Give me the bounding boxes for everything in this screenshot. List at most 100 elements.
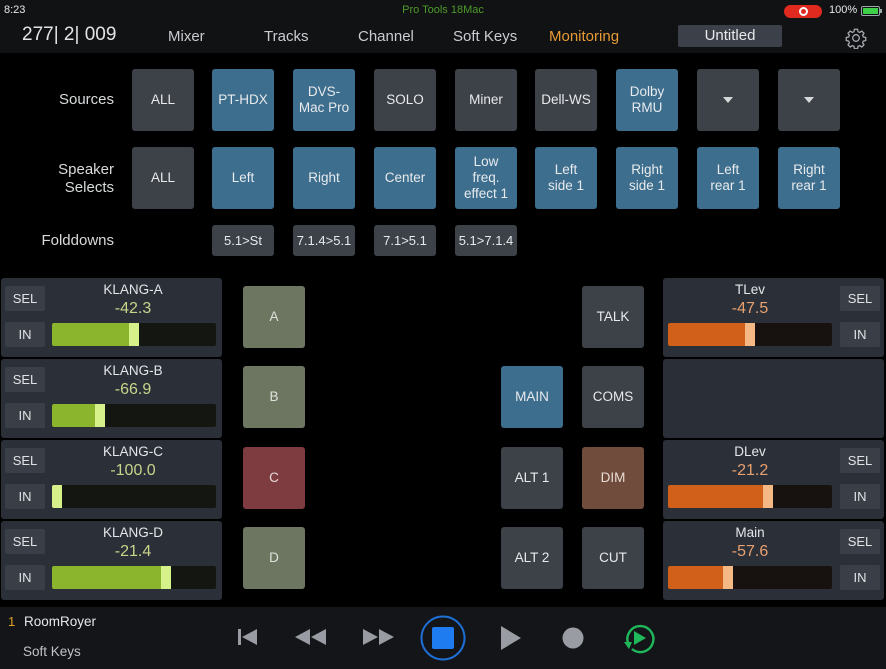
- meter-peak: [95, 404, 105, 427]
- input-button[interactable]: IN: [5, 565, 45, 590]
- channel-level-value: -57.6: [731, 543, 769, 560]
- button-label: Right: [308, 170, 340, 185]
- speaker-left-rear-button[interactable]: Left rear 1: [697, 147, 759, 209]
- cue-a-button[interactable]: A: [243, 286, 305, 348]
- input-button[interactable]: IN: [5, 322, 45, 347]
- input-button[interactable]: IN: [840, 484, 880, 509]
- folddown-7-1-4-5-1-button[interactable]: 7.1.4>5.1: [293, 225, 355, 256]
- loop-playback-icon[interactable]: [621, 621, 655, 655]
- source-dropdown-button-2[interactable]: [778, 69, 840, 131]
- folddown-7-1-5-1-button[interactable]: 7.1>5.1: [374, 225, 436, 256]
- source-dropdown-button-1[interactable]: [697, 69, 759, 131]
- button-label: TALK: [596, 309, 630, 324]
- stop-icon[interactable]: [419, 614, 467, 662]
- source-miner-button[interactable]: Miner: [455, 69, 517, 131]
- speaker-left-side-button[interactable]: Left side 1: [535, 147, 597, 209]
- button-label: 7.1.4>5.1: [296, 232, 352, 248]
- source-dvs-mac-pro-button[interactable]: DVS- Mac Pro: [293, 69, 355, 131]
- speaker-right-rear-button[interactable]: Right rear 1: [778, 147, 840, 209]
- alt1-button[interactable]: ALT 1: [501, 447, 563, 509]
- tab-channel[interactable]: Channel: [358, 28, 414, 45]
- status-app-name: Pro Tools 18Mac: [402, 4, 484, 16]
- button-label: D: [269, 550, 279, 565]
- button-label: Dolby RMU: [629, 84, 665, 115]
- source-dell-ws-button[interactable]: Dell-WS: [535, 69, 597, 131]
- source-solo-button[interactable]: SOLO: [374, 69, 436, 131]
- talk-button[interactable]: TALK: [582, 286, 644, 348]
- cue-b-button[interactable]: B: [243, 366, 305, 428]
- meter-peak: [161, 566, 171, 589]
- speaker-center-button[interactable]: Center: [374, 147, 436, 209]
- level-meter[interactable]: [668, 566, 832, 589]
- input-button[interactable]: IN: [5, 484, 45, 509]
- input-channel-strip: SEL IN KLANG-D -21.4: [1, 521, 222, 600]
- tab-mixer[interactable]: Mixer: [168, 28, 205, 45]
- speaker-right-side-button[interactable]: Right side 1: [616, 147, 678, 209]
- timecode-counter[interactable]: 277| 2| 009: [22, 24, 116, 46]
- meter-fill: [668, 323, 745, 346]
- channel-level-value: -100.0: [110, 462, 156, 479]
- sel-button[interactable]: SEL: [5, 286, 45, 311]
- play-icon[interactable]: [499, 625, 523, 651]
- cue-c-button[interactable]: C: [243, 447, 305, 509]
- layout-name[interactable]: RoomRoyer: [24, 614, 96, 629]
- meter-peak: [52, 485, 62, 508]
- sel-button[interactable]: SEL: [5, 529, 45, 554]
- button-label: ALT 2: [514, 550, 550, 565]
- gear-icon[interactable]: [845, 27, 867, 49]
- dim-button[interactable]: DIM: [582, 447, 644, 509]
- folddown-5-1-st-button[interactable]: 5.1>St: [212, 225, 274, 256]
- input-button[interactable]: IN: [840, 565, 880, 590]
- folddown-5-1-7-1-4-button[interactable]: 5.1>7.1.4: [455, 225, 517, 256]
- level-meter[interactable]: [52, 323, 216, 346]
- level-meter[interactable]: [52, 485, 216, 508]
- soft-keys-page-label[interactable]: Soft Keys: [23, 644, 81, 659]
- speaker-lfe-button[interactable]: Low freq. effect 1: [455, 147, 517, 209]
- source-all-button[interactable]: ALL: [132, 69, 194, 131]
- fast-forward-icon[interactable]: [361, 629, 395, 645]
- tab-tracks[interactable]: Tracks: [264, 28, 308, 45]
- speaker-selects-label: Speaker Selects: [58, 161, 114, 196]
- input-button[interactable]: IN: [840, 322, 880, 347]
- output-channel-strip: Main -57.6 SEL IN: [663, 521, 884, 600]
- session-title-button[interactable]: Untitled: [678, 25, 782, 47]
- sel-button[interactable]: SEL: [840, 286, 880, 311]
- channel-level-value: -47.5: [731, 300, 769, 317]
- go-to-start-icon[interactable]: [237, 628, 259, 646]
- alt2-button[interactable]: ALT 2: [501, 527, 563, 589]
- level-meter[interactable]: [668, 323, 832, 346]
- button-label: Left rear 1: [710, 162, 746, 193]
- cue-d-button[interactable]: D: [243, 527, 305, 589]
- channel-name: TLev: [734, 282, 765, 297]
- main-button[interactable]: MAIN: [501, 366, 563, 428]
- tab-soft-keys[interactable]: Soft Keys: [453, 28, 517, 45]
- source-dolby-rmu-button[interactable]: Dolby RMU: [616, 69, 678, 131]
- sel-button[interactable]: SEL: [5, 367, 45, 392]
- button-label: ALL: [150, 92, 176, 107]
- level-meter[interactable]: [668, 485, 832, 508]
- rewind-icon[interactable]: [294, 629, 328, 645]
- input-button[interactable]: IN: [5, 403, 45, 428]
- meter-fill: [52, 566, 161, 589]
- sel-button[interactable]: SEL: [5, 448, 45, 473]
- speaker-left-button[interactable]: Left: [212, 147, 274, 209]
- level-meter[interactable]: [52, 566, 216, 589]
- button-label: C: [269, 470, 279, 485]
- meter-peak: [763, 485, 773, 508]
- source-pt-hdx-button[interactable]: PT-HDX: [212, 69, 274, 131]
- screen-record-icon[interactable]: [784, 5, 822, 18]
- speaker-all-button[interactable]: ALL: [132, 147, 194, 209]
- input-channel-strip: SEL IN KLANG-B -66.9: [1, 359, 222, 438]
- record-icon[interactable]: [561, 626, 585, 650]
- status-bar: 8:23 Pro Tools 18Mac 100%: [0, 0, 886, 20]
- sel-button[interactable]: SEL: [840, 448, 880, 473]
- nav-bar: 277| 2| 009 Mixer Tracks Channel Soft Ke…: [0, 20, 886, 53]
- speaker-right-button[interactable]: Right: [293, 147, 355, 209]
- cut-button[interactable]: CUT: [582, 527, 644, 589]
- button-label: A: [269, 309, 279, 324]
- tab-monitoring[interactable]: Monitoring: [549, 28, 619, 45]
- level-meter[interactable]: [52, 404, 216, 427]
- sel-button[interactable]: SEL: [840, 529, 880, 554]
- coms-button[interactable]: COMS: [582, 366, 644, 428]
- button-label: ALT 1: [514, 470, 550, 485]
